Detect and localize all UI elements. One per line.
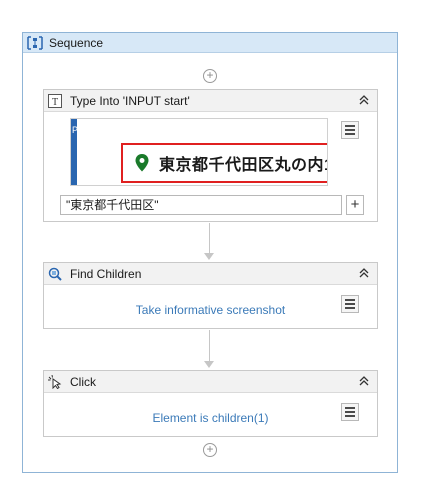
screenshot-address-text: 東京都千代田区丸の内1 [159, 157, 328, 174]
find-children-icon [48, 267, 62, 281]
activity-description[interactable]: Element is children(1) [44, 411, 377, 425]
sequence-container[interactable]: Sequence + T Type Into 'INPUT start' P 東… [22, 32, 398, 473]
screenshot-sidebar: P [71, 119, 79, 185]
sequence-icon [27, 35, 43, 50]
sequence-header[interactable]: Sequence [23, 33, 397, 53]
connector-arrow-icon [204, 253, 214, 260]
properties-menu-button[interactable] [341, 295, 359, 313]
activity-header[interactable]: T Type Into 'INPUT start' [44, 90, 377, 112]
text-input-field[interactable]: "東京都千代田区" [60, 195, 342, 215]
activity-title: Find Children [70, 266, 142, 281]
add-activity-icon[interactable]: + [203, 443, 217, 457]
activity-type-into[interactable]: T Type Into 'INPUT start' P 東京都千代田区丸の内1 [43, 89, 378, 222]
type-into-icon: T [48, 93, 62, 108]
sequence-title: Sequence [49, 35, 104, 50]
collapse-icon[interactable] [357, 93, 371, 107]
type-into-icon-text: T [52, 97, 58, 108]
connector-line [209, 330, 210, 361]
activity-find-children[interactable]: Find Children Take informative screensho… [43, 262, 378, 329]
collapse-icon[interactable] [357, 374, 371, 388]
activity-click[interactable]: Click Element is children(1) [43, 370, 378, 437]
element-screenshot: P 東京都千代田区丸の内1 [70, 118, 328, 186]
activity-description[interactable]: Take informative screenshot [44, 303, 377, 317]
add-text-button[interactable]: + [346, 195, 364, 215]
connector-line [209, 223, 210, 253]
properties-menu-button[interactable] [341, 403, 359, 421]
properties-menu-button[interactable] [341, 121, 359, 139]
collapse-icon[interactable] [357, 266, 371, 280]
click-icon [48, 374, 62, 389]
connector-arrow-icon [204, 361, 214, 368]
activity-title: Type Into 'INPUT start' [70, 93, 190, 108]
activity-title: Click [70, 374, 96, 389]
screenshot-sidebar-letter: P [72, 125, 79, 135]
location-pin-icon [135, 154, 149, 172]
highlighted-element: 東京都千代田区丸の内1 [121, 143, 328, 183]
add-activity-icon[interactable]: + [203, 69, 217, 83]
activity-header[interactable]: Find Children [44, 263, 377, 285]
activity-header[interactable]: Click [44, 371, 377, 393]
